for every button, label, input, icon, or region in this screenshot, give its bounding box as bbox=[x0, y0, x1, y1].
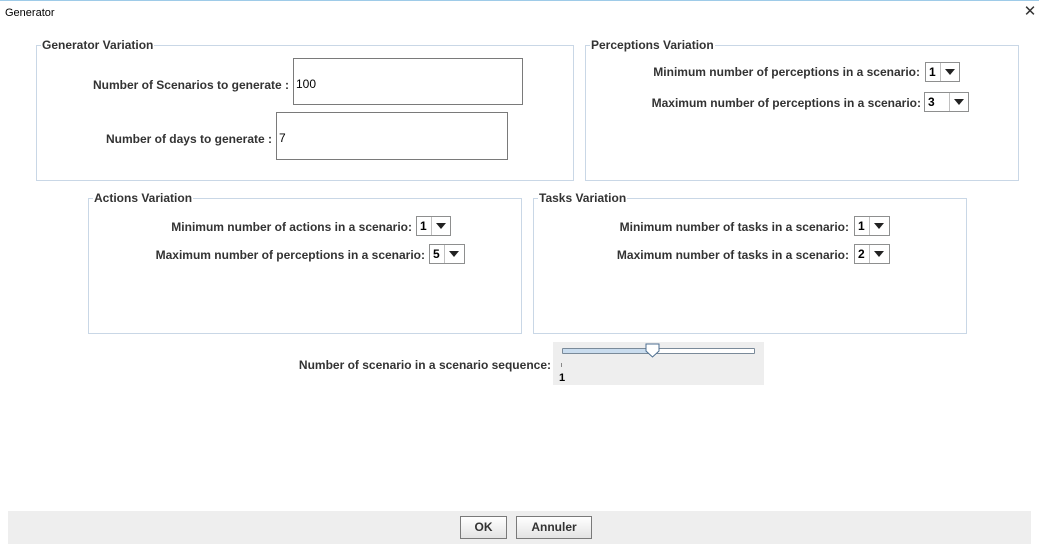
days-count-label: Number of days to generate : bbox=[105, 132, 272, 146]
max-actions-label: Maximum number of perceptions in a scena… bbox=[155, 248, 425, 262]
actions-variation-group bbox=[88, 198, 522, 334]
chevron-down-icon[interactable] bbox=[941, 63, 959, 81]
sequence-length-label: Number of scenario in a scenario sequenc… bbox=[298, 358, 551, 372]
slider-thumb-icon[interactable] bbox=[645, 343, 660, 358]
slider-track-fill bbox=[563, 349, 653, 353]
min-actions-label: Minimum number of actions in a scenario: bbox=[171, 220, 412, 234]
scenarios-count-label: Number of Scenarios to generate : bbox=[92, 78, 289, 92]
slider-tick bbox=[561, 363, 562, 367]
chevron-down-icon[interactable] bbox=[950, 93, 968, 111]
min-tasks-label: Minimum number of tasks in a scenario: bbox=[619, 220, 849, 234]
perceptions-variation-legend: Perceptions Variation bbox=[590, 38, 715, 52]
max-actions-value: 5 bbox=[430, 245, 445, 263]
max-perceptions-value: 3 bbox=[925, 93, 950, 111]
max-tasks-value: 2 bbox=[855, 245, 870, 263]
actions-variation-legend: Actions Variation bbox=[93, 191, 194, 205]
ok-button[interactable]: OK bbox=[460, 516, 507, 539]
slider-tick-label: 1 bbox=[559, 372, 566, 384]
button-bar: OK Annuler bbox=[8, 511, 1031, 544]
sequence-length-slider[interactable]: 1 bbox=[553, 342, 764, 385]
tasks-variation-legend: Tasks Variation bbox=[538, 191, 628, 205]
min-actions-select[interactable]: 1 bbox=[416, 216, 451, 236]
min-actions-value: 1 bbox=[417, 217, 432, 235]
max-actions-select[interactable]: 5 bbox=[429, 244, 465, 264]
max-perceptions-label: Maximum number of perceptions in a scena… bbox=[651, 96, 921, 110]
min-tasks-value: 1 bbox=[855, 217, 870, 235]
chevron-down-icon[interactable] bbox=[432, 217, 450, 235]
min-perceptions-label: Minimum number of perceptions in a scena… bbox=[653, 65, 920, 79]
chevron-down-icon[interactable] bbox=[870, 217, 888, 235]
chevron-down-icon[interactable] bbox=[870, 245, 888, 263]
max-tasks-label: Maximum number of tasks in a scenario: bbox=[616, 248, 849, 262]
max-tasks-select[interactable]: 2 bbox=[854, 244, 890, 264]
min-perceptions-value: 1 bbox=[926, 63, 941, 81]
min-tasks-select[interactable]: 1 bbox=[854, 216, 890, 236]
days-count-input[interactable]: 7 bbox=[276, 112, 508, 160]
window-top-border bbox=[0, 0, 1039, 1]
scenarios-count-input[interactable]: 100 bbox=[293, 58, 523, 105]
chevron-down-icon[interactable] bbox=[445, 245, 463, 263]
cancel-button[interactable]: Annuler bbox=[516, 516, 592, 539]
min-perceptions-select[interactable]: 1 bbox=[925, 62, 960, 82]
tasks-variation-group bbox=[533, 198, 967, 334]
window-title: Generator bbox=[5, 7, 55, 19]
max-perceptions-select[interactable]: 3 bbox=[924, 92, 969, 112]
close-icon[interactable]: ✕ bbox=[1022, 4, 1038, 20]
generator-variation-legend: Generator Variation bbox=[41, 38, 155, 52]
